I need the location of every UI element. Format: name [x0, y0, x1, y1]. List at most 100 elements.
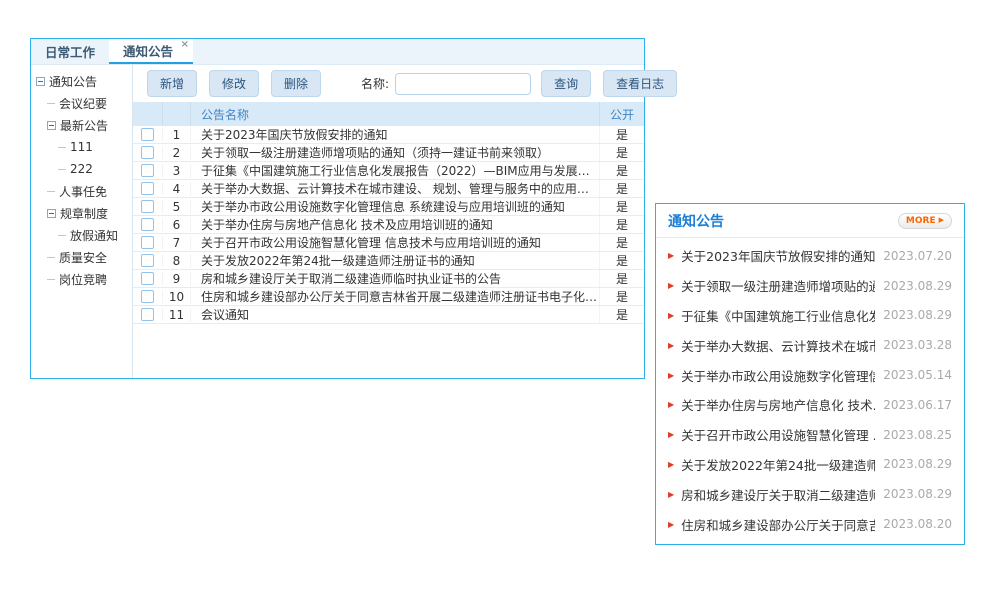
tree-toggle-icon[interactable] [36, 77, 45, 86]
tree-toggle-icon[interactable] [47, 257, 55, 258]
query-button[interactable]: 查询 [541, 70, 591, 97]
table-row[interactable]: 10 住房和城乡建设部办公厅关于同意吉林省开展二级建造师注册证书电子化试点的..… [133, 288, 644, 306]
tree-item-label: 质量安全 [59, 249, 107, 266]
announcement-name: 会议通知 [201, 306, 249, 323]
row-index: 11 [169, 308, 184, 322]
tree-toggle-icon[interactable] [47, 209, 56, 218]
table-row[interactable]: 4 关于举办大数据、云计算技术在城市建设、 规划、管理与服务中的应用培训班的..… [133, 180, 644, 198]
tree-toggle-icon[interactable] [58, 169, 66, 170]
tree-item[interactable]: 会议纪要 [31, 92, 132, 114]
tree-item[interactable]: 规章制度 [31, 202, 132, 224]
row-name-cell: 关于举办市政公用设施数字化管理信息 系统建设与应用培训班的通知 [191, 198, 600, 215]
notice-item-title: 房和城乡建设厅关于取消二级建造师... [681, 485, 875, 504]
row-index-cell: 2 [163, 146, 191, 160]
notice-list-item[interactable]: ▶ 关于发放2022年第24批一级建造师... 2023.08.29 [668, 450, 952, 480]
table-row[interactable]: 5 关于举办市政公用设施数字化管理信息 系统建设与应用培训班的通知 是 [133, 198, 644, 216]
tree-item[interactable]: 最新公告 [31, 114, 132, 136]
tree-item[interactable]: 通知公告 [31, 70, 132, 92]
bullet-icon: ▶ [668, 311, 674, 320]
more-button[interactable]: MORE ▶ [898, 213, 952, 229]
row-checkbox-cell [133, 164, 163, 177]
table-row[interactable]: 9 房和城乡建设厅关于取消二级建造师临时执业证书的公告 是 [133, 270, 644, 288]
row-checkbox-cell [133, 218, 163, 231]
tab-daily-work[interactable]: 日常工作 [31, 39, 109, 64]
edit-button[interactable]: 修改 [209, 70, 259, 97]
bullet-icon: ▶ [668, 490, 674, 499]
tree-item[interactable]: 111 [31, 136, 132, 158]
row-index-cell: 6 [163, 218, 191, 232]
row-checkbox[interactable] [141, 146, 154, 159]
row-index-cell: 8 [163, 254, 191, 268]
add-button[interactable]: 新增 [147, 70, 197, 97]
tree-toggle-icon[interactable] [47, 191, 55, 192]
row-checkbox[interactable] [141, 272, 154, 285]
header-public-label: 公开 [610, 106, 634, 123]
announcement-name: 关于举办大数据、云计算技术在城市建设、 规划、管理与服务中的应用培训班的... [201, 180, 599, 197]
view-log-button[interactable]: 查看日志 [603, 70, 677, 97]
notice-item-date: 2023.08.29 [883, 308, 952, 322]
header-name-cell: 公告名称 [191, 102, 600, 126]
table-row[interactable]: 11 会议通知 是 [133, 306, 644, 324]
bullet-icon: ▶ [668, 281, 674, 290]
tree-item[interactable]: 岗位竞聘 [31, 268, 132, 290]
delete-button[interactable]: 删除 [271, 70, 321, 97]
row-public-cell: 是 [600, 126, 644, 143]
tree-item[interactable]: 222 [31, 158, 132, 180]
notice-list-item[interactable]: ▶ 关于召开市政公用设施智慧化管理 ... 2023.08.25 [668, 420, 952, 450]
notice-list-item[interactable]: ▶ 关于举办住房与房地产信息化 技术... 2023.06.17 [668, 390, 952, 420]
row-public-cell: 是 [600, 216, 644, 233]
tree-toggle-icon[interactable] [47, 279, 55, 280]
notice-list-item[interactable]: ▶ 关于2023年国庆节放假安排的通知 2023.07.20 [668, 241, 952, 271]
notice-widget-title: 通知公告 [668, 211, 724, 231]
tree-toggle-icon[interactable] [47, 121, 56, 130]
row-checkbox[interactable] [141, 308, 154, 321]
announcement-name: 关于发放2022年第24批一级建造师注册证书的通知 [201, 252, 475, 269]
notice-item-date: 2023.08.25 [883, 428, 952, 442]
row-checkbox[interactable] [141, 236, 154, 249]
table-row[interactable]: 6 关于举办住房与房地产信息化 技术及应用培训班的通知 是 [133, 216, 644, 234]
table-row[interactable]: 2 关于领取一级注册建造师增项贴的通知（须持一建证书前来领取） 是 [133, 144, 644, 162]
row-public-cell: 是 [600, 162, 644, 179]
row-checkbox-cell [133, 146, 163, 159]
row-checkbox[interactable] [141, 182, 154, 195]
row-index-cell: 5 [163, 200, 191, 214]
notice-list-item[interactable]: ▶ 关于举办市政公用设施数字化管理信... 2023.05.14 [668, 360, 952, 390]
tree-item[interactable]: 人事任免 [31, 180, 132, 202]
public-flag: 是 [616, 180, 628, 197]
table-body: 1 关于2023年国庆节放假安排的通知 是 2 关于领取一级注册建造师增项贴的通… [133, 126, 644, 324]
notice-widget-header: 通知公告 MORE ▶ [656, 204, 964, 238]
row-checkbox[interactable] [141, 164, 154, 177]
row-checkbox[interactable] [141, 200, 154, 213]
row-index: 8 [173, 254, 181, 268]
table-row[interactable]: 7 关于召开市政公用设施智慧化管理 信息技术与应用培训班的通知 是 [133, 234, 644, 252]
notice-list-item[interactable]: ▶ 房和城乡建设厅关于取消二级建造师... 2023.08.29 [668, 479, 952, 509]
bullet-icon: ▶ [668, 520, 674, 529]
bullet-icon: ▶ [668, 371, 674, 380]
tree-toggle-icon[interactable] [58, 235, 66, 236]
name-search-input[interactable] [395, 73, 531, 95]
notice-list-item[interactable]: ▶ 关于举办大数据、云计算技术在城市... 2023.03.28 [668, 330, 952, 360]
tree-toggle-icon[interactable] [47, 103, 55, 104]
row-checkbox[interactable] [141, 290, 154, 303]
notice-item-date: 2023.05.14 [883, 368, 952, 382]
tree-item[interactable]: 放假通知 [31, 224, 132, 246]
notice-list-item[interactable]: ▶ 关于领取一级注册建造师增项贴的通... 2023.08.29 [668, 271, 952, 301]
table-row[interactable]: 1 关于2023年国庆节放假安排的通知 是 [133, 126, 644, 144]
close-icon[interactable]: × [181, 40, 189, 50]
toolbar: 新增 修改 删除 名称: 查询 查看日志 [133, 65, 644, 102]
row-index: 5 [173, 200, 181, 214]
notice-list-item[interactable]: ▶ 于征集《中国建筑施工行业信息化发... 2023.08.29 [668, 301, 952, 331]
table-row[interactable]: 8 关于发放2022年第24批一级建造师注册证书的通知 是 [133, 252, 644, 270]
tree-item[interactable]: 质量安全 [31, 246, 132, 268]
name-field-label: 名称: [361, 75, 389, 92]
row-checkbox[interactable] [141, 254, 154, 267]
row-index: 7 [173, 236, 181, 250]
row-checkbox[interactable] [141, 218, 154, 231]
panel-body: 通知公告 会议纪要 最新公告 111 222 人事任免 规章制度 放假通知 质量… [31, 65, 644, 378]
row-checkbox[interactable] [141, 128, 154, 141]
notice-item-title: 关于举办市政公用设施数字化管理信... [681, 366, 875, 385]
tab-notices[interactable]: 通知公告 × [109, 39, 193, 64]
notice-list-item[interactable]: ▶ 住房和城乡建设部办公厅关于同意吉... 2023.08.20 [668, 509, 952, 539]
tree-toggle-icon[interactable] [58, 147, 66, 148]
table-row[interactable]: 3 于征集《中国建筑施工行业信息化发展报告（2022）—BIM应用与发展》材料的… [133, 162, 644, 180]
